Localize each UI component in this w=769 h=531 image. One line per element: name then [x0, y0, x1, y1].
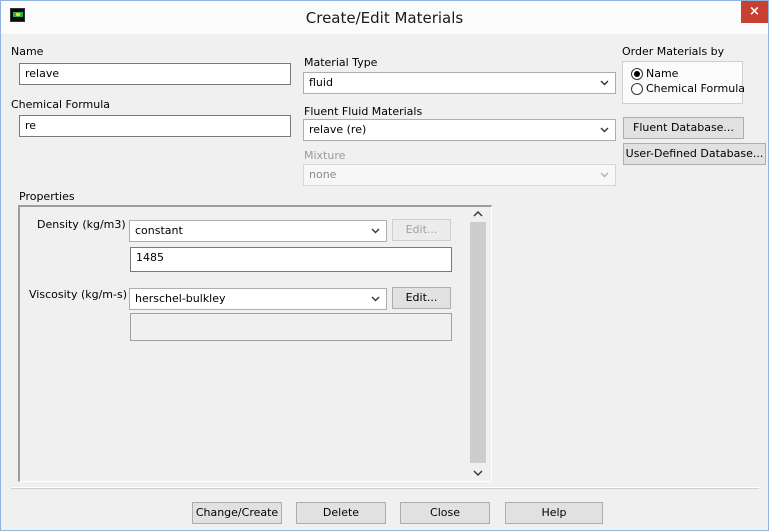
- chevron-up-icon[interactable]: [470, 206, 486, 222]
- name-label: Name: [11, 45, 44, 58]
- viscosity-method-value: herschel-bulkley: [135, 292, 226, 305]
- fluent-fluid-materials-label: Fluent Fluid Materials: [304, 105, 423, 118]
- viscosity-value-field: [130, 313, 452, 341]
- density-method-value: constant: [135, 224, 183, 237]
- order-by-chemical-formula-radio[interactable]: [631, 83, 643, 95]
- create-edit-materials-window: Create/Edit Materials × Name relave Chem…: [0, 0, 769, 531]
- title-bar[interactable]: Create/Edit Materials ×: [1, 1, 768, 34]
- close-button[interactable]: Close: [400, 502, 490, 524]
- order-materials-by-label: Order Materials by: [622, 45, 725, 58]
- order-by-name-label: Name: [646, 67, 679, 80]
- fluent-fluid-materials-value: relave (re): [309, 123, 367, 136]
- chemical-formula-input[interactable]: re: [19, 115, 291, 137]
- properties-label: Properties: [19, 190, 75, 203]
- name-input[interactable]: relave: [19, 63, 291, 85]
- chemical-formula-label: Chemical Formula: [11, 98, 111, 111]
- material-type-value: fluid: [309, 76, 333, 89]
- chevron-down-icon[interactable]: [470, 465, 486, 481]
- chevron-down-icon: [600, 169, 609, 181]
- window-title: Create/Edit Materials: [305, 9, 464, 27]
- close-window-button[interactable]: ×: [741, 1, 768, 23]
- density-label: Density (kg/m3): [37, 218, 126, 231]
- chevron-down-icon: [600, 124, 609, 136]
- order-by-chemical-formula-label: Chemical Formula: [646, 82, 746, 95]
- chevron-down-icon: [600, 77, 609, 89]
- properties-scrollbar[interactable]: [470, 222, 486, 463]
- viscosity-method-dropdown[interactable]: herschel-bulkley: [129, 288, 387, 310]
- order-by-name-radio[interactable]: [631, 68, 643, 80]
- density-value-input[interactable]: 1485: [130, 247, 452, 272]
- density-method-dropdown[interactable]: constant: [129, 220, 387, 242]
- material-type-dropdown[interactable]: fluid: [303, 72, 616, 94]
- material-type-label: Material Type: [304, 56, 378, 69]
- fluent-database-button[interactable]: Fluent Database...: [623, 117, 744, 139]
- change-create-button[interactable]: Change/Create: [192, 502, 282, 524]
- help-button[interactable]: Help: [505, 502, 603, 524]
- viscosity-label: Viscosity (kg/m-s): [29, 288, 128, 301]
- chevron-down-icon: [371, 293, 380, 305]
- order-materials-by-group: Name Chemical Formula: [622, 61, 746, 104]
- chevron-down-icon: [371, 225, 380, 237]
- mixture-label: Mixture: [304, 149, 346, 162]
- fluent-fluid-materials-dropdown[interactable]: relave (re): [303, 119, 616, 141]
- user-defined-database-button[interactable]: User-Defined Database...: [623, 143, 766, 165]
- mixture-value: none: [309, 168, 337, 181]
- delete-button[interactable]: Delete: [296, 502, 386, 524]
- viscosity-edit-button[interactable]: Edit...: [392, 287, 451, 309]
- density-edit-button: Edit...: [392, 219, 451, 241]
- mixture-dropdown: none: [303, 164, 616, 186]
